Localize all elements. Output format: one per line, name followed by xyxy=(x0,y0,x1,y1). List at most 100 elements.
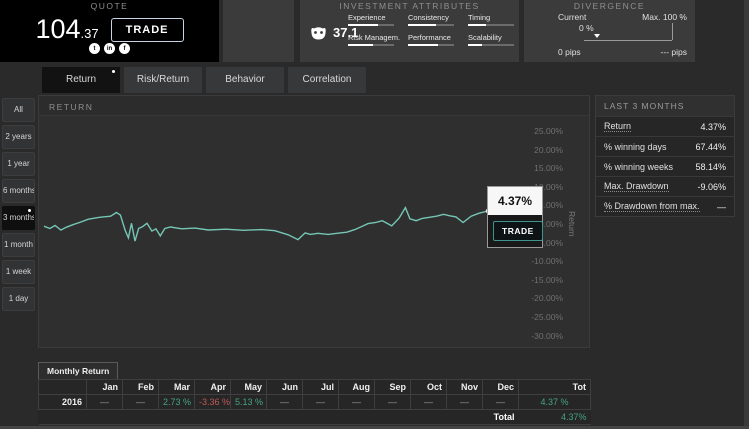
return-chart-panel: RETURN 25.00%20.00%15.00%10.00%5.00%0.00… xyxy=(38,95,590,348)
monthly-return-table: JanFebMarAprMayJunJulAugSepOctNovDecTot … xyxy=(38,379,591,425)
return-line-series xyxy=(44,208,488,242)
quote-panel: QUOTE 104.37 TRADE t in f xyxy=(0,0,219,62)
month-column-header: Aug xyxy=(339,380,375,395)
divergence-current-value: 0 % xyxy=(579,23,594,33)
time-range-6-months[interactable]: 6 months xyxy=(2,179,35,203)
divergence-panel: DIVERGENCE Current Max. 100 % 0 % 0 pips… xyxy=(524,0,695,62)
divergence-right-pips: --- pips xyxy=(661,47,687,57)
y-tick-label: 15.00% xyxy=(534,163,563,173)
time-range-all[interactable]: All xyxy=(2,98,35,122)
monthly-value-cell: 4.37 % xyxy=(519,395,591,410)
month-column-header: Jan xyxy=(87,380,123,395)
y-tick-label: -20.00% xyxy=(531,293,563,303)
chart-panel-title: RETURN xyxy=(39,96,589,116)
stat-value: — xyxy=(717,202,726,212)
time-range-1-month[interactable]: 1 month xyxy=(2,233,35,257)
attribute-bar-fill xyxy=(468,44,482,46)
time-range-1-week[interactable]: 1 week xyxy=(2,260,35,284)
attribute-label: Risk Managem... xyxy=(348,33,400,42)
quote-price: 104.37 xyxy=(35,14,98,45)
month-column-header: Jul xyxy=(303,380,339,395)
stats-rows: Return4.37%% winning days67.44%% winning… xyxy=(596,116,734,216)
time-range-3-months[interactable]: 3 months xyxy=(2,206,35,230)
divergence-slider-marker[interactable] xyxy=(594,34,600,38)
total-label: Total xyxy=(39,410,519,425)
month-column-header: Nov xyxy=(447,380,483,395)
y-tick-label: -25.00% xyxy=(531,312,563,322)
price-integer: 104 xyxy=(35,14,80,44)
divergence-current-label: Current xyxy=(558,12,586,22)
time-range-sidebar: All 2 years 1 year 6 months 3 months 1 month 1… xyxy=(2,98,35,314)
last-3-months-panel: LAST 3 MONTHS Return4.37%% winning days6… xyxy=(595,95,735,217)
attribute-item-consistency: Consistency xyxy=(408,13,460,26)
attribute-bar-fill xyxy=(348,44,373,46)
tab-behavior[interactable]: Behavior xyxy=(206,67,284,93)
attribute-label: Timing xyxy=(468,13,520,22)
time-range-2-years[interactable]: 2 years xyxy=(2,125,35,149)
time-range-1-year[interactable]: 1 year xyxy=(2,152,35,176)
attribute-bar-fill xyxy=(408,44,438,46)
owl-icon xyxy=(309,24,328,41)
attribute-bar xyxy=(348,24,394,26)
monthly-value-cell: — xyxy=(483,395,519,410)
total-value: 4.37% xyxy=(519,410,591,425)
monthly-value-cell: 5.13 % xyxy=(231,395,267,410)
month-column-header xyxy=(39,380,87,395)
tab-risk-return[interactable]: Risk/Return xyxy=(124,67,202,93)
month-column-header: Dec xyxy=(483,380,519,395)
y-tick-label: 20.00% xyxy=(534,145,563,155)
stat-row-drawdown-from-max: % Drawdown from max.— xyxy=(596,196,734,216)
month-column-header: Oct xyxy=(411,380,447,395)
attribute-label: Experience xyxy=(348,13,400,22)
twitter-icon[interactable]: t xyxy=(89,43,100,54)
month-column-header: Jun xyxy=(267,380,303,395)
stat-value: 4.37% xyxy=(700,122,726,132)
monthly-value-cell: — xyxy=(375,395,411,410)
active-range-dot xyxy=(28,209,31,212)
monthly-value-cell: — xyxy=(267,395,303,410)
tab-correlation[interactable]: Correlation xyxy=(288,67,366,93)
quote-section-title: QUOTE xyxy=(0,1,219,11)
attribute-item-performance: Performance xyxy=(408,33,460,46)
main-tabs: ReturnRisk/ReturnBehaviorCorrelation xyxy=(42,67,366,93)
monthly-value-cell: — xyxy=(87,395,123,410)
time-range-1-day[interactable]: 1 day xyxy=(2,287,35,311)
tab-return[interactable]: Return xyxy=(42,67,120,93)
attribute-bar-fill xyxy=(348,24,378,26)
attribute-bar xyxy=(348,44,394,46)
monthly-value-cell: 2.73 % xyxy=(159,395,195,410)
monthly-value-cell: — xyxy=(123,395,159,410)
page-right-margin xyxy=(744,0,749,429)
attribute-bar xyxy=(468,24,514,26)
attribute-label: Performance xyxy=(408,33,460,42)
monthly-data-row: 2016——2.73 %-3.36 %5.13 %———————4.37 % xyxy=(39,395,591,410)
stat-value: -9.06% xyxy=(697,182,726,192)
y-tick-label: -15.00% xyxy=(531,275,563,285)
trade-button[interactable]: TRADE xyxy=(111,18,184,42)
monthly-value-cell: — xyxy=(411,395,447,410)
monthly-value-cell: — xyxy=(339,395,375,410)
divergence-section-title: DIVERGENCE xyxy=(524,1,695,11)
linkedin-icon[interactable]: in xyxy=(104,43,115,54)
y-axis-title: Return xyxy=(567,211,577,237)
y-tick-label: 25.00% xyxy=(534,126,563,136)
y-tick-label: -30.00% xyxy=(531,331,563,341)
stat-row-max-drawdown: Max. Drawdown -9.06% xyxy=(596,176,734,196)
social-icons: t in f xyxy=(0,43,219,54)
return-line-chart[interactable] xyxy=(41,118,523,347)
stat-row-winning-days: % winning days67.44% xyxy=(596,136,734,156)
attribute-bar xyxy=(408,44,454,46)
stat-label: % winning days xyxy=(604,142,667,152)
monthly-return-tab[interactable]: Monthly Return xyxy=(38,362,118,379)
price-decimal: .37 xyxy=(81,26,99,41)
stat-label: Max. Drawdown xyxy=(604,181,669,192)
tooltip-trade-button[interactable]: TRADE xyxy=(493,221,543,241)
stats-panel-title: LAST 3 MONTHS xyxy=(596,96,734,116)
attribute-item-timing: Timing xyxy=(468,13,520,26)
monthly-value-cell: — xyxy=(303,395,339,410)
monthly-return-section: Monthly Return JanFebMarAprMayJunJulAugS… xyxy=(38,361,590,425)
facebook-icon[interactable]: f xyxy=(119,43,130,54)
month-column-header: May xyxy=(231,380,267,395)
attribute-bar xyxy=(408,24,454,26)
stat-row-winning-weeks: % winning weeks58.14% xyxy=(596,156,734,176)
